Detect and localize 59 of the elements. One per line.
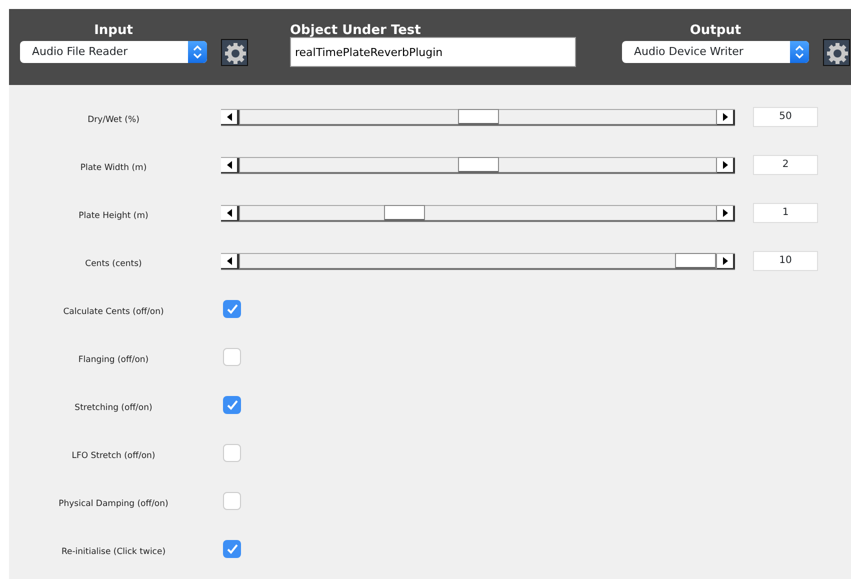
- scroll-left-button[interactable]: [221, 110, 239, 124]
- control-label: Cents (cents): [84, 258, 143, 270]
- value-field[interactable]: 2: [753, 155, 818, 175]
- arrow-right-icon: [722, 160, 728, 168]
- section-title: Output: [688, 22, 742, 40]
- gear-icon: [824, 40, 851, 67]
- checkbox[interactable]: [223, 300, 241, 318]
- slider-thumb[interactable]: [675, 252, 716, 268]
- arrow-left-icon: [226, 160, 232, 168]
- settings-button[interactable]: [823, 39, 850, 66]
- checkmark-icon: [226, 544, 238, 554]
- control-label: Plate Height (m): [78, 210, 150, 222]
- checkbox[interactable]: [223, 396, 241, 414]
- chevron-icon: [795, 45, 804, 59]
- control-label: Re-initialise (Click twice): [60, 546, 167, 558]
- control-label: Plate Width (m): [79, 162, 148, 174]
- slider[interactable]: [221, 204, 735, 222]
- control-label: Flanging (off/on): [77, 354, 150, 366]
- arrow-right-icon: [722, 256, 728, 264]
- control-label: Dry/Wet (%): [86, 114, 140, 126]
- scroll-right-button[interactable]: [717, 110, 735, 124]
- dropdown[interactable]: Audio File Reader: [20, 41, 207, 63]
- text-field[interactable]: realTimePlateReverbPlugin: [290, 37, 576, 67]
- value-field[interactable]: 1: [753, 203, 818, 223]
- slider[interactable]: [221, 252, 735, 270]
- slider[interactable]: [221, 156, 735, 174]
- scroll-right-button[interactable]: [717, 206, 735, 220]
- checkbox[interactable]: [223, 492, 241, 510]
- scroll-right-button[interactable]: [717, 158, 735, 172]
- dropdown[interactable]: Audio Device Writer: [622, 41, 809, 63]
- arrow-left-icon: [226, 208, 232, 216]
- arrow-right-icon: [722, 208, 728, 216]
- checkbox[interactable]: [223, 540, 241, 558]
- slider-thumb[interactable]: [458, 108, 498, 124]
- section-title: Input: [93, 22, 134, 40]
- scroll-left-button[interactable]: [221, 158, 239, 172]
- arrow-right-icon: [722, 112, 728, 120]
- arrow-left-icon: [226, 112, 232, 120]
- scroll-left-button[interactable]: [221, 254, 239, 268]
- gear-icon: [222, 40, 249, 67]
- value-field[interactable]: 50: [753, 107, 818, 127]
- checkmark-icon: [226, 400, 238, 410]
- section-title: Object Under Test: [290, 22, 421, 40]
- value-field[interactable]: 10: [753, 251, 818, 271]
- checkbox[interactable]: [223, 348, 241, 366]
- scroll-left-button[interactable]: [221, 206, 239, 220]
- control-label: Stretching (off/on): [74, 402, 154, 414]
- control-label: Physical Damping (off/on): [58, 498, 170, 510]
- slider-thumb[interactable]: [458, 156, 498, 172]
- scroll-right-button[interactable]: [717, 254, 735, 268]
- settings-button[interactable]: [221, 39, 248, 66]
- chevron-icon: [193, 45, 202, 59]
- control-label: Calculate Cents (off/on): [62, 306, 165, 318]
- slider[interactable]: [221, 108, 735, 126]
- control-label: LFO Stretch (off/on): [70, 450, 156, 462]
- checkbox[interactable]: [223, 444, 241, 462]
- arrow-left-icon: [226, 256, 232, 264]
- slider-thumb[interactable]: [384, 204, 425, 220]
- checkmark-icon: [226, 304, 238, 314]
